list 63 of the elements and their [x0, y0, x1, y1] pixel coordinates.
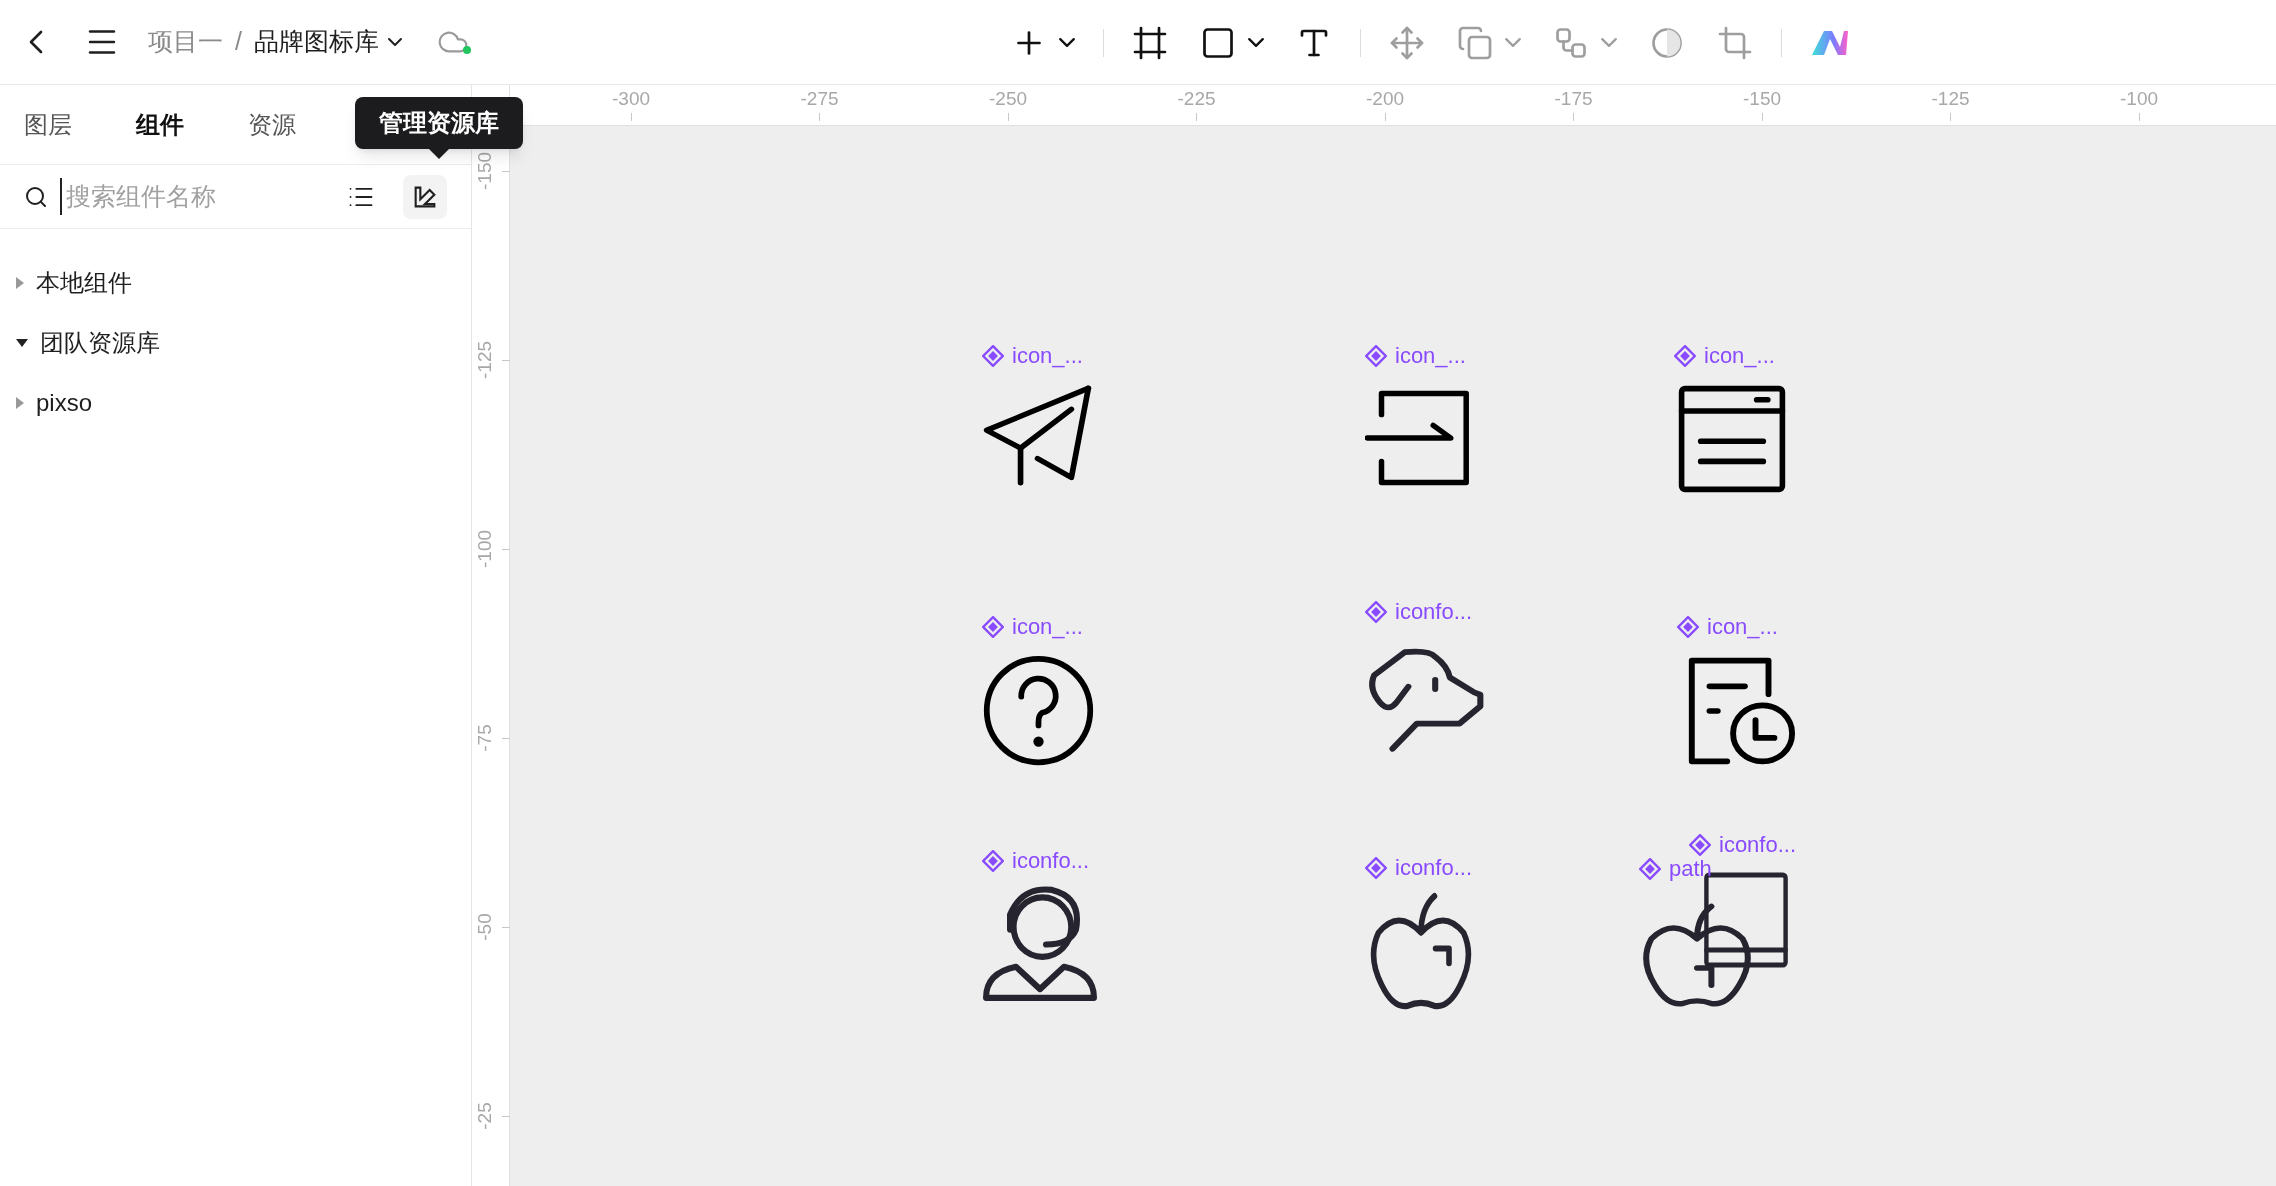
overlap-squares-icon: [1457, 24, 1493, 61]
file-name-dropdown[interactable]: 品牌图标库: [253, 23, 407, 61]
component-diamond-icon: [982, 615, 1004, 638]
sidebar-tab[interactable]: 图层: [24, 106, 72, 143]
component-label[interactable]: iconfo...: [1395, 595, 1473, 628]
component-diamond-icon: [982, 849, 1004, 872]
caret-icon: [1059, 38, 1075, 47]
component-label[interactable]: iconfo...: [1012, 844, 1090, 877]
ruler-label: -50: [473, 912, 496, 943]
component-label[interactable]: icon_...: [1012, 610, 1083, 643]
component-label[interactable]: icon_...: [1707, 610, 1778, 643]
caret-icon: [1505, 38, 1521, 47]
ruler-label: -150: [1743, 87, 1781, 111]
component-label[interactable]: icon_...: [1395, 339, 1466, 372]
disclosure-icon: [16, 339, 28, 347]
ruler-label: -300: [612, 87, 650, 111]
ruler-label: -175: [1554, 87, 1593, 111]
component-diamond-icon: [1689, 833, 1711, 856]
search-field[interactable]: 搜索组件名称: [60, 177, 335, 216]
tree-item[interactable]: 本地组件: [0, 253, 471, 313]
library-button[interactable]: [403, 174, 447, 219]
window-icon: [1676, 383, 1788, 495]
breadcrumb-separator: /: [235, 26, 242, 58]
frame-icon: [1132, 24, 1168, 61]
project-name[interactable]: 项目一: [148, 23, 223, 61]
ruler-label: -225: [1177, 87, 1216, 111]
ruler-label: -100: [473, 529, 496, 570]
component-diamond-icon: [982, 344, 1004, 367]
component-label[interactable]: iconfo...: [1719, 828, 1797, 861]
sidebar-tab[interactable]: 资源: [248, 106, 296, 143]
component-diamond-icon: [1639, 857, 1661, 880]
component-label[interactable]: icon_...: [1012, 339, 1083, 372]
tree-item[interactable]: 团队资源库: [0, 313, 471, 373]
tooltip-pointer-icon: [429, 149, 449, 159]
ruler-label: -125: [473, 340, 496, 381]
disclosure-icon: [16, 277, 24, 289]
tooltip: 管理资源库: [355, 97, 523, 149]
sidebar-tab[interactable]: 组件: [136, 106, 184, 143]
ruler-label: -150: [473, 151, 496, 192]
ruler-label: -250: [989, 87, 1027, 111]
crop-icon: [1717, 24, 1753, 61]
component-diamond-icon: [1677, 615, 1699, 638]
caret-icon: [1601, 38, 1617, 47]
ruler-label: -275: [800, 87, 839, 111]
tree-item[interactable]: pixso: [0, 373, 471, 433]
component-label[interactable]: path: [1669, 852, 1712, 885]
component-diamond-icon: [1365, 344, 1387, 367]
component-label[interactable]: iconfo...: [1395, 851, 1473, 884]
ruler-label: -200: [1366, 87, 1404, 111]
search-icon: [24, 184, 48, 209]
move-icon: [1389, 24, 1425, 61]
disclosure-icon: [16, 397, 24, 409]
send-icon: [981, 383, 1094, 488]
component-diamond-icon: [1365, 856, 1387, 879]
caret-icon: [1248, 38, 1264, 47]
component-label[interactable]: icon_...: [1704, 339, 1775, 372]
help-icon: [981, 653, 1096, 768]
ruler-label: -125: [1931, 87, 1970, 111]
component-diamond-icon: [1674, 344, 1696, 367]
ruler-label: -25: [473, 1101, 496, 1132]
ruler-label: -75: [473, 723, 496, 754]
component-diamond-icon: [1365, 600, 1387, 623]
ruler-label: -100: [2120, 87, 2158, 111]
